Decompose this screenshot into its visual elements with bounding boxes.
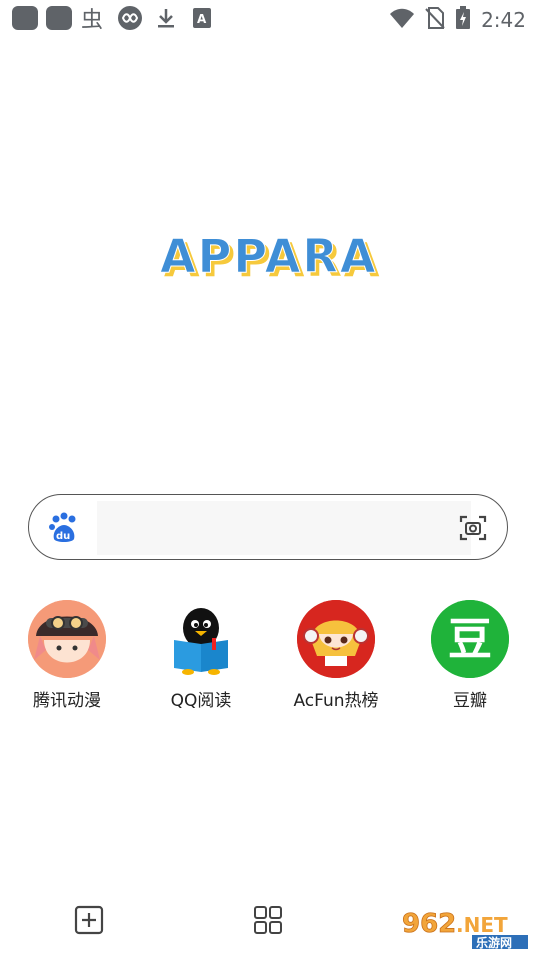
- no-sim-icon: [425, 7, 445, 33]
- quick-app-douban[interactable]: 豆 豆瓣: [410, 600, 530, 711]
- baidu-paw-icon[interactable]: du: [47, 511, 81, 545]
- bottom-toolbar: 962 .NET 乐游网: [0, 890, 538, 956]
- wifi-icon: [389, 7, 415, 33]
- grid-apps-icon[interactable]: [252, 904, 286, 938]
- quick-app-label: AcFun热榜: [293, 691, 379, 711]
- search-input[interactable]: [97, 501, 471, 555]
- clock: 2:42: [481, 8, 526, 32]
- app-square-icon: [46, 6, 72, 30]
- acfun-icon[interactable]: [297, 600, 375, 678]
- tencent-comic-icon[interactable]: [28, 600, 106, 678]
- quick-app-acfun[interactable]: AcFun热榜: [276, 600, 396, 711]
- quick-app-label: 豆瓣: [453, 691, 487, 711]
- browser-home-screen: 虫 A 2:42 APPARA APPARA du 腾讯动漫 QQ阅读 AcFu…: [0, 0, 538, 956]
- quick-app-qq-reading[interactable]: QQ阅读: [141, 600, 261, 711]
- system-indicators: 2:42: [389, 6, 526, 34]
- camera-scan-icon[interactable]: [459, 514, 487, 542]
- search-bar[interactable]: du: [28, 494, 508, 560]
- quick-app-tencent-comic[interactable]: 腾讯动漫: [7, 600, 127, 711]
- quick-app-label: QQ阅读: [170, 691, 232, 711]
- svg-text:du: du: [56, 531, 70, 542]
- quick-apps: 腾讯动漫 QQ阅读 AcFun热榜 豆 豆瓣: [0, 600, 538, 720]
- download-icon: [152, 6, 180, 30]
- svg-text:962: 962: [402, 909, 456, 939]
- text-a-icon: A: [188, 6, 216, 30]
- qq-reading-icon[interactable]: [162, 600, 240, 678]
- appara-logo: APPARA APPARA: [160, 226, 390, 288]
- svg-text:A: A: [197, 12, 207, 26]
- quick-app-label: 腾讯动漫: [33, 691, 101, 711]
- svg-text:豆: 豆: [448, 614, 492, 665]
- bug-icon: 虫: [80, 6, 108, 30]
- add-tab-icon[interactable]: [73, 904, 107, 938]
- app-square-icon: [12, 6, 38, 30]
- douban-icon[interactable]: 豆: [431, 600, 509, 678]
- infinity-icon: [116, 6, 144, 30]
- notification-icons: 虫 A: [12, 6, 216, 30]
- battery-charging-icon: [455, 6, 471, 34]
- status-bar: 虫 A 2:42: [0, 0, 538, 36]
- svg-text:.NET: .NET: [456, 913, 508, 937]
- svg-text:乐游网: 乐游网: [476, 935, 512, 950]
- svg-text:虫: 虫: [81, 8, 103, 30]
- site-watermark: 962 .NET 乐游网: [400, 908, 532, 950]
- svg-text:APPARA: APPARA: [160, 229, 377, 283]
